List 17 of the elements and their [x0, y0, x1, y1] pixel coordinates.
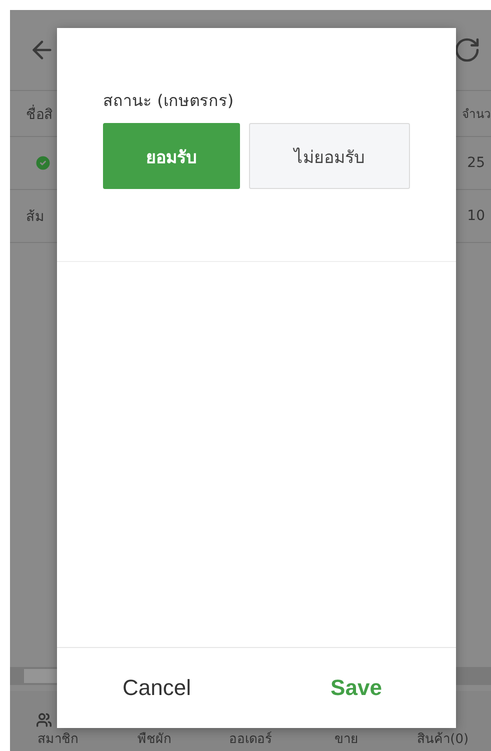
nav-label[interactable]: สินค้า(0) [417, 728, 469, 749]
column-header: จำนว [462, 106, 491, 123]
cancel-button[interactable]: Cancel [110, 669, 203, 707]
field-label: สถานะ (เกษตรกร) [103, 90, 235, 112]
column-header: ชื่อสิ [26, 104, 53, 124]
option-button[interactable]: ยอมรับ [103, 123, 240, 189]
option-button[interactable]: ไม่ยอมรับ [249, 123, 410, 189]
table-cell-text: ส้ม [26, 208, 44, 227]
save-button[interactable]: Save [318, 669, 394, 707]
table-cell: 10 [467, 208, 485, 224]
nav-label[interactable]: ออเดอร์ [228, 728, 272, 749]
nav-label[interactable]: ขาย [334, 728, 359, 749]
people-icon [36, 712, 52, 728]
table-cell: 25 [467, 155, 485, 171]
refresh-icon[interactable] [453, 36, 481, 64]
nav-label[interactable]: สมาชิก [38, 728, 79, 749]
nav-label[interactable]: พืชผัก [137, 728, 172, 749]
